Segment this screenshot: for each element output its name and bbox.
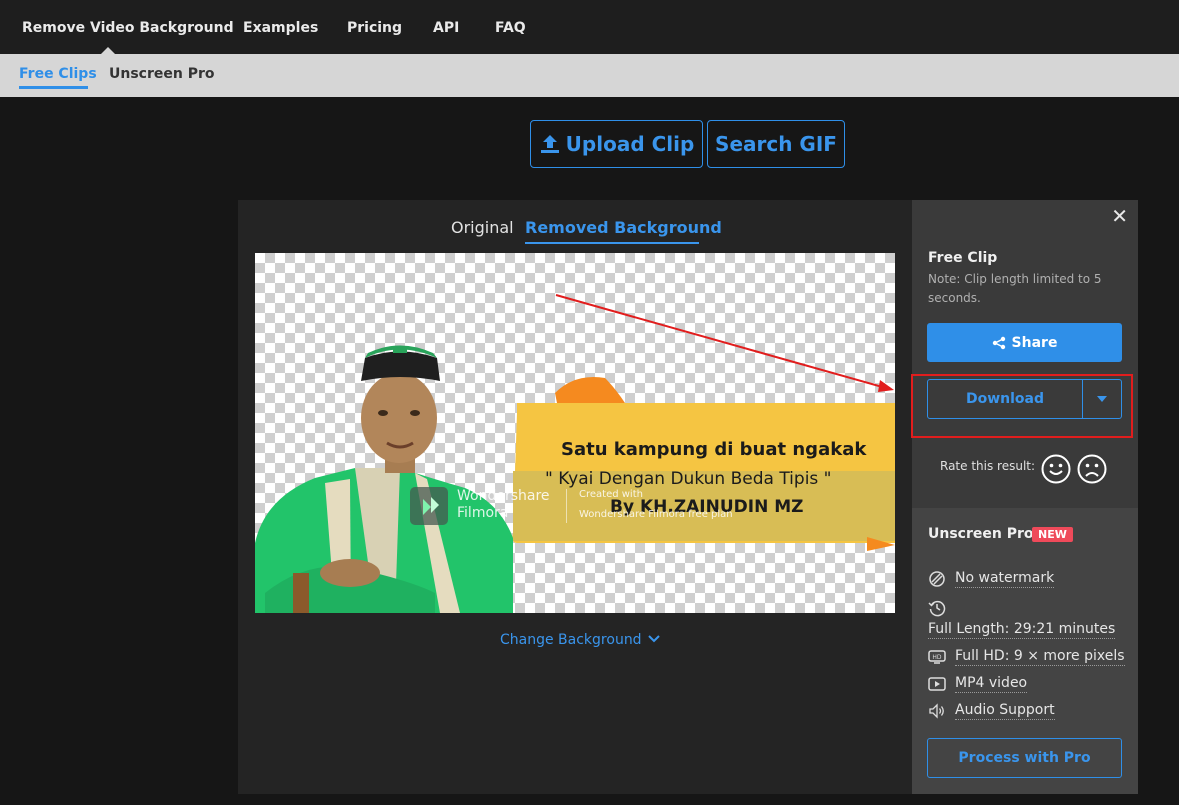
process-with-pro-button[interactable]: Process with Pro <box>927 738 1122 778</box>
video-caption-line1: Satu kampung di buat ngakak <box>561 439 867 460</box>
watermark-plan: Wondershare Filmora free plan <box>579 509 733 520</box>
close-icon[interactable]: ✕ <box>1111 204 1128 228</box>
viewer: Original Removed Background Satu kampung… <box>238 200 912 794</box>
feature-label: MP4 video <box>955 675 1028 693</box>
chevron-down-icon <box>648 635 660 643</box>
feature-label: Audio Support <box>955 702 1055 720</box>
feature-label: Full Length: 29:21 minutes <box>928 621 1116 639</box>
nav-faq[interactable]: FAQ <box>495 0 526 54</box>
watermark-divider <box>566 489 567 523</box>
history-icon <box>928 599 946 621</box>
feature-label: Full HD: 9 × more pixels <box>955 648 1125 666</box>
feature-mp4-video: MP4 video <box>928 675 1028 693</box>
sidebar: ✕ Free Clip Note: Clip length limited to… <box>911 200 1138 794</box>
top-navigation: Remove Video Background Examples Pricing… <box>0 0 1179 54</box>
hd-icon: HD <box>928 650 946 664</box>
search-gif-label: Search GIF <box>715 132 837 156</box>
video-preview[interactable]: Satu kampung di buat ngakak " Kyai Denga… <box>255 253 895 613</box>
search-gif-button[interactable]: Search GIF <box>707 120 845 168</box>
watermark-brand-line2: Filmora <box>457 505 509 521</box>
tab-unscreen-pro[interactable]: Unscreen Pro <box>109 66 215 82</box>
smiley-happy-icon[interactable] <box>1041 454 1071 484</box>
upload-clip-label: Upload Clip <box>565 132 695 156</box>
active-view-underline <box>525 242 699 244</box>
change-background-link[interactable]: Change Background <box>500 632 660 648</box>
free-clip-note: Note: Clip length limited to 5 seconds. <box>928 272 1102 305</box>
unscreen-pro-title: Unscreen Pro <box>928 526 1034 542</box>
nav-pricing[interactable]: Pricing <box>347 0 402 54</box>
tab-original[interactable]: Original <box>451 218 514 237</box>
nav-examples[interactable]: Examples <box>243 0 318 54</box>
svg-text:HD: HD <box>932 654 942 661</box>
active-nav-caret <box>101 47 115 54</box>
share-icon <box>992 336 1005 349</box>
result-panel: Original Removed Background Satu kampung… <box>238 200 1138 794</box>
video-caption-line2: " Kyai Dengan Dukun Beda Tipis " <box>545 469 832 489</box>
feature-full-hd: HD Full HD: 9 × more pixels <box>928 648 1125 666</box>
download-button[interactable]: Download <box>927 379 1083 419</box>
watermark-created-with: Created with <box>579 489 643 500</box>
speaker-icon <box>929 703 944 719</box>
download-options-button[interactable] <box>1082 379 1122 419</box>
nav-remove-video-background[interactable]: Remove Video Background <box>22 0 234 54</box>
rate-result-label: Rate this result: <box>940 459 1036 473</box>
share-label: Share <box>1011 334 1058 351</box>
video-file-icon <box>928 677 946 691</box>
unscreen-pro-section: Unscreen Pro NEW No watermark Full Lengt… <box>912 508 1138 794</box>
process-with-pro-label: Process with Pro <box>958 750 1091 766</box>
smiley-sad-icon[interactable] <box>1077 454 1107 484</box>
change-background-label: Change Background <box>500 632 642 648</box>
caret-down-icon <box>1097 396 1107 402</box>
tab-removed-background[interactable]: Removed Background <box>525 218 722 237</box>
nav-api[interactable]: API <box>433 0 459 54</box>
feature-label: No watermark <box>955 570 1055 588</box>
download-label: Download <box>965 391 1045 407</box>
watermark-brand-line1: Wondershare <box>457 488 550 504</box>
upload-icon <box>540 135 559 153</box>
new-badge: NEW <box>1032 527 1073 542</box>
feature-full-length: Full Length: 29:21 minutes <box>928 621 1116 639</box>
upload-clip-button[interactable]: Upload Clip <box>530 120 703 168</box>
tab-free-clips[interactable]: Free Clips <box>19 66 97 82</box>
sub-navigation: Free Clips Unscreen Pro <box>0 54 1179 97</box>
free-clip-title: Free Clip <box>928 250 998 266</box>
filmora-logo <box>410 487 448 525</box>
filmora-watermark: Wondershare Filmora <box>410 485 560 527</box>
no-watermark-icon <box>929 571 945 587</box>
active-tab-underline <box>19 86 88 89</box>
feature-no-watermark: No watermark <box>928 570 1055 588</box>
share-button[interactable]: Share <box>927 323 1122 362</box>
feature-audio-support: Audio Support <box>928 702 1055 720</box>
